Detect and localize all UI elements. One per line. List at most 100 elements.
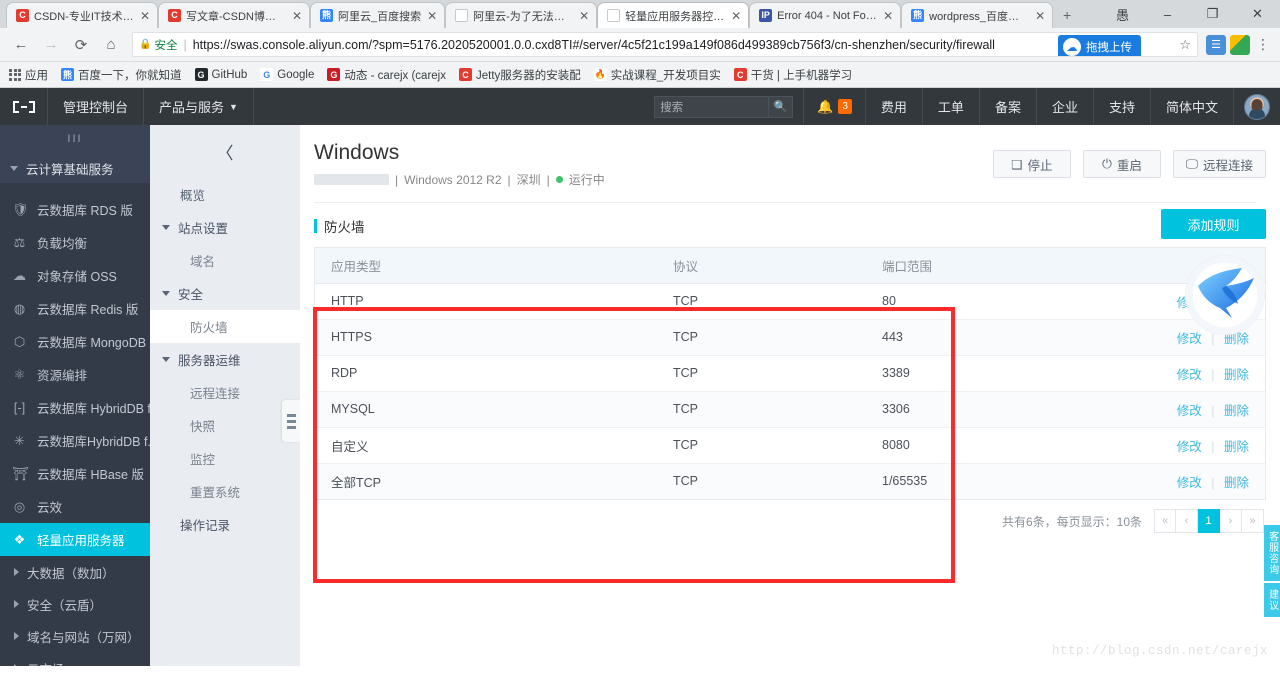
side-tab-customer-service[interactable]: 客服咨询: [1264, 525, 1280, 581]
sidebar-item-oss[interactable]: ☁ 对象存储 OSS: [0, 259, 150, 292]
topbar-item-enterprise[interactable]: 企业: [1037, 88, 1094, 125]
subnav-item-overview[interactable]: 概览: [150, 178, 300, 211]
notifications[interactable]: 🔔 3: [804, 88, 866, 125]
close-icon[interactable]: ✕: [426, 10, 438, 22]
close-icon[interactable]: ✕: [578, 10, 590, 22]
home-icon[interactable]: ⌂: [98, 32, 124, 58]
topbar-item-support[interactable]: 支持: [1094, 88, 1151, 125]
subnav-item-remote-connect[interactable]: 远程连接: [150, 376, 300, 409]
topbar-item-icp[interactable]: 备案: [980, 88, 1037, 125]
add-rule-button[interactable]: 添加规则: [1161, 209, 1266, 240]
close-icon[interactable]: ✕: [882, 10, 894, 22]
topbar-item-cost[interactable]: 费用: [866, 88, 923, 125]
browser-tab[interactable]: [-] 阿里云-为了无法计算的 ✕: [445, 2, 598, 28]
sidebar-item-ros[interactable]: ⚛ 资源编排: [0, 358, 150, 391]
table-row[interactable]: 自定义 TCP 8080 修改 | 删除: [315, 427, 1265, 464]
subnav-item-domain[interactable]: 域名: [150, 244, 300, 277]
edit-link[interactable]: 修改: [1177, 440, 1202, 454]
sidebar-drag-handle[interactable]: III: [0, 125, 150, 153]
page-prev-button[interactable]: ‹: [1176, 509, 1198, 534]
new-tab-button[interactable]: +: [1053, 2, 1081, 28]
page-current[interactable]: 1: [1198, 509, 1220, 534]
profile-icon[interactable]: 愚: [1100, 0, 1145, 28]
close-icon[interactable]: ✕: [730, 10, 742, 22]
subnav-group-security[interactable]: 安全: [150, 277, 300, 310]
extension-icon[interactable]: ☰: [1206, 34, 1226, 55]
sidebar-item-mongodb[interactable]: ⬡ 云数据库 MongoDB ...: [0, 325, 150, 358]
browser-tab[interactable]: 熊 阿里云_百度搜索 ✕: [310, 2, 446, 28]
bookmark-item[interactable]: 🔥 实战课程_开发项目实: [593, 67, 721, 83]
browser-tab-active[interactable]: [-] 轻量应用服务器控制台 ✕: [597, 2, 750, 28]
table-row[interactable]: 全部TCP TCP 1/65535 修改 | 删除: [315, 463, 1265, 500]
sidebar-item-slb[interactable]: ⚖ 负载均衡: [0, 226, 150, 259]
drive-icon[interactable]: [1230, 34, 1250, 55]
console-home-link[interactable]: 管理控制台: [48, 88, 145, 125]
subnav-item-operation-log[interactable]: 操作记录: [150, 508, 300, 541]
subnav-group-site-settings[interactable]: 站点设置: [150, 211, 300, 244]
browser-tab[interactable]: C 写文章-CSDN博客 - C ✕: [158, 2, 310, 28]
products-services-menu[interactable]: 产品与服务 ▼: [144, 88, 254, 125]
delete-link[interactable]: 删除: [1224, 440, 1249, 454]
sidebar-item-swas[interactable]: ❖ 轻量应用服务器: [0, 523, 150, 556]
minimize-button[interactable]: –: [1145, 0, 1190, 28]
bookmark-item[interactable]: G 动态 - carejx (carejx: [327, 67, 446, 83]
aliyun-logo-icon[interactable]: [0, 88, 48, 125]
sidebar-item-rds[interactable]: 🛡 云数据库 RDS 版: [0, 193, 150, 226]
sidebar-item-hbase[interactable]: ⛩ 云数据库 HBase 版: [0, 457, 150, 490]
sidebar-group-marketplace[interactable]: 云市场: [0, 652, 150, 666]
search-input[interactable]: 搜索: [654, 95, 770, 118]
back-icon[interactable]: ←: [8, 32, 34, 58]
subnav-item-monitor[interactable]: 监控: [150, 442, 300, 475]
bookmark-apps[interactable]: 应用: [9, 67, 48, 83]
bookmark-item[interactable]: 熊 百度一下，你就知道: [61, 67, 182, 83]
upload-chip[interactable]: ☁ 拖拽上传: [1058, 35, 1141, 56]
browser-tab[interactable]: IP Error 404 - Not Foun ✕: [749, 2, 902, 28]
sidebar-group-security[interactable]: 安全（云盾）: [0, 588, 150, 620]
edit-link[interactable]: 修改: [1177, 332, 1202, 346]
page-next-button[interactable]: ›: [1220, 509, 1242, 534]
close-icon[interactable]: ✕: [291, 10, 303, 22]
table-row[interactable]: HTTP TCP 80 修改 | 删除: [315, 283, 1265, 320]
sidebar-group-cloud-basics[interactable]: 云计算基础服务: [0, 153, 150, 183]
address-bar[interactable]: 🔒 安全 | https://swas.console.aliyun.com/?…: [132, 32, 1198, 57]
sidebar-item-hybriddb-pg[interactable]: [-] 云数据库 HybridDB f...: [0, 391, 150, 424]
restart-button[interactable]: ⏻ 重启: [1082, 150, 1161, 178]
collapse-sidebar-button[interactable]: 〈: [150, 125, 300, 178]
subnav-item-snapshot[interactable]: 快照: [150, 409, 300, 442]
side-tab-suggestion[interactable]: 建议: [1264, 583, 1280, 617]
subnav-group-server-ops[interactable]: 服务器运维: [150, 343, 300, 376]
maximize-button[interactable]: ❐: [1190, 0, 1235, 28]
bookmark-item[interactable]: C 干货 | 上手机器学习: [733, 67, 852, 83]
sidebar-group-bigdata[interactable]: 大数据（数加）: [0, 556, 150, 588]
remote-connect-button[interactable]: 🖵 远程连接: [1172, 150, 1266, 178]
sidebar-item-yunxiao[interactable]: ◎ 云效: [0, 490, 150, 523]
stop-button[interactable]: ❑ 停止: [992, 150, 1071, 178]
page-first-button[interactable]: «: [1154, 509, 1176, 534]
edit-link[interactable]: 修改: [1177, 476, 1202, 490]
bookmark-item[interactable]: C Jetty服务器的安装配: [459, 67, 581, 83]
bookmark-item[interactable]: G Google: [260, 68, 314, 81]
bookmark-item[interactable]: G GitHub: [194, 68, 247, 81]
avatar[interactable]: [1234, 88, 1280, 125]
table-row[interactable]: MYSQL TCP 3306 修改 | 删除: [315, 391, 1265, 428]
sidebar-group-domains[interactable]: 域名与网站（万网）: [0, 620, 150, 652]
edit-link[interactable]: 修改: [1177, 368, 1202, 382]
delete-link[interactable]: 删除: [1224, 368, 1249, 382]
table-row[interactable]: RDP TCP 3389 修改 | 删除: [315, 355, 1265, 392]
topbar-item-ticket[interactable]: 工单: [923, 88, 980, 125]
topbar-search[interactable]: 搜索 🔍: [644, 88, 805, 125]
forward-icon[interactable]: →: [38, 32, 64, 58]
browser-tab[interactable]: 熊 wordpress_百度搜索 ✕: [901, 2, 1054, 28]
chrome-menu-icon[interactable]: ⋮: [1254, 36, 1272, 53]
reload-icon[interactable]: ⟳: [68, 32, 94, 58]
table-row[interactable]: HTTPS TCP 443 修改 | 删除: [315, 319, 1265, 356]
edit-link[interactable]: 修改: [1177, 404, 1202, 418]
search-icon[interactable]: 🔍: [769, 95, 794, 118]
sidebar-item-hybriddb-mysql[interactable]: ✳ 云数据库HybridDB f...: [0, 424, 150, 457]
close-icon[interactable]: ✕: [139, 10, 151, 22]
page-last-button[interactable]: »: [1242, 509, 1264, 534]
close-icon[interactable]: ✕: [1034, 10, 1046, 22]
subnav-item-reset-system[interactable]: 重置系统: [150, 475, 300, 508]
delete-link[interactable]: 删除: [1224, 404, 1249, 418]
sidebar-collapse-handle[interactable]: [282, 400, 300, 442]
